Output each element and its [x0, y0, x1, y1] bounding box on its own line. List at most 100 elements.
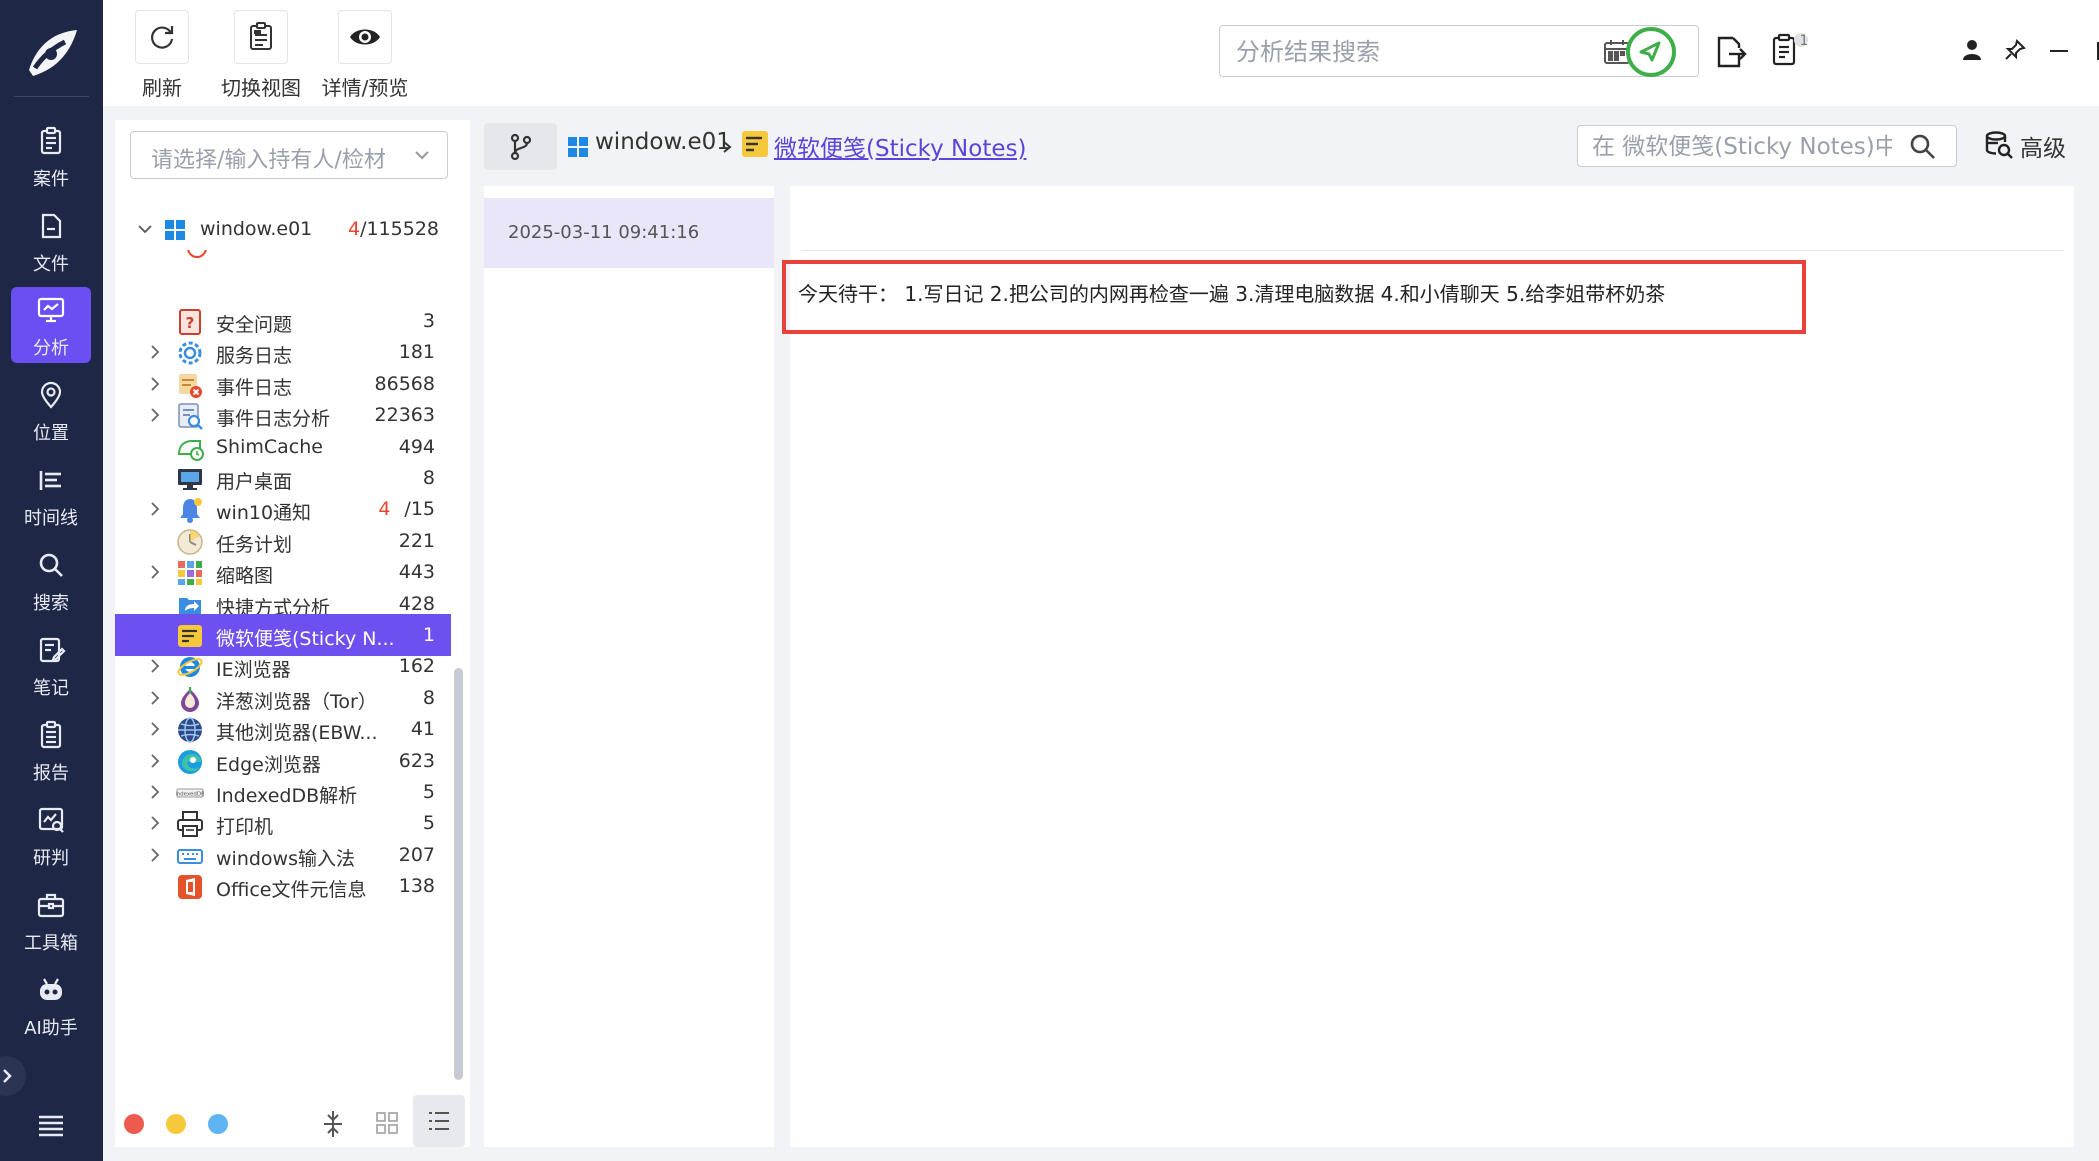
chevron-right-icon	[3, 1069, 12, 1083]
rocket-status-icon[interactable]	[1625, 26, 1677, 78]
record-detail-panel: 今天待干： 1.写日记 2.把公司的内网再检查一遍 3.清理电脑数据 4.和小倩…	[782, 186, 2074, 1147]
sticky-note-icon	[742, 131, 768, 157]
tree-scrollbar[interactable]	[454, 668, 463, 1080]
advanced-label: 高级	[2020, 136, 2066, 162]
tree-item-count: 22363	[374, 404, 435, 427]
left-navigation: 案件 文件 分析 位置 时间线 搜索 笔记 报告 研判 工具箱 AI助手	[0, 0, 103, 1161]
nav-item-judge[interactable]: 研判	[11, 797, 91, 873]
tree-item-label: Office文件元信息	[216, 879, 367, 902]
analysis-search-input[interactable]	[1236, 36, 1596, 68]
tree-root-window-e01[interactable]: window.e01 4/115528	[115, 208, 451, 250]
nav-label: 工具箱	[24, 933, 78, 954]
module-search-input[interactable]	[1592, 132, 1892, 162]
tree-item-count: 8	[422, 467, 435, 489]
holder-select-dropdown[interactable]: 请选择/输入持有人/检材	[130, 131, 448, 179]
nav-item-toolbox[interactable]: 工具箱	[11, 882, 91, 958]
window-edge	[2095, 120, 2099, 1150]
tree-item[interactable]: Office文件元信息 138	[115, 865, 451, 907]
list-item[interactable]: 2025-03-11 09:41:16	[484, 198, 774, 268]
nav-item-analysis[interactable]: 分析	[11, 287, 91, 363]
branch-icon	[510, 133, 531, 160]
note-content-highlight: 今天待干： 1.写日记 2.把公司的内网再检查一遍 3.清理电脑数据 4.和小倩…	[782, 260, 1806, 334]
chevron-right-icon[interactable]	[147, 784, 163, 800]
chevron-right-icon[interactable]	[147, 658, 163, 674]
holder-select-placeholder: 请选择/输入持有人/检材	[151, 148, 386, 173]
nav-item-timeline[interactable]: 时间线	[11, 457, 91, 533]
chevron-right-icon[interactable]	[147, 376, 163, 392]
chevron-right-icon[interactable]	[147, 344, 163, 360]
chevron-right-icon[interactable]	[147, 753, 163, 769]
svg-text:?: ?	[186, 314, 195, 332]
breadcrumb: window.e01 微软便笺(Sticky Notes) 高级	[484, 120, 2084, 176]
tree-item-count: 3	[422, 310, 435, 332]
nav-label: 笔记	[33, 678, 69, 699]
breadcrumb-current[interactable]: 微软便笺(Sticky Notes)	[774, 129, 1026, 163]
collapse-icon[interactable]	[321, 1109, 345, 1139]
evidence-tree-panel: 请选择/输入持有人/检材 window.e01 4/115528 ? 安全问题 3 服…	[115, 120, 470, 1147]
tree-item-count: 8	[422, 686, 435, 709]
nav-label: AI助手	[24, 1018, 78, 1039]
nav-label: 报告	[33, 763, 69, 784]
windows-logo-icon	[568, 137, 588, 157]
office-icon	[178, 875, 202, 900]
nav-item-ai-assistant[interactable]: AI助手	[11, 967, 91, 1043]
list-view-icon	[429, 1112, 449, 1130]
tree-footer	[115, 1095, 470, 1147]
toolbox-icon	[37, 893, 65, 918]
grid-view-icon[interactable]	[375, 1111, 399, 1135]
search-icon[interactable]	[1908, 132, 1938, 162]
tree-item-count: 5	[422, 781, 435, 803]
task-badge: 1	[1799, 33, 1809, 49]
chevron-right-icon[interactable]	[147, 690, 163, 706]
tree-item-count: 494	[398, 435, 435, 458]
blue-dot-icon[interactable]	[208, 1114, 228, 1134]
detail-divider	[802, 250, 2064, 251]
pin-icon[interactable]	[2003, 38, 2027, 62]
file-icon	[41, 213, 62, 239]
branch-button[interactable]	[484, 123, 557, 170]
nav-item-search[interactable]: 搜索	[11, 542, 91, 618]
chevron-right-icon[interactable]	[147, 501, 163, 517]
menu-icon[interactable]	[37, 1113, 65, 1137]
chevron-right-icon	[723, 141, 732, 153]
tree-root-name: window.e01	[200, 218, 313, 240]
app-logo-icon	[29, 30, 77, 76]
robot-icon	[40, 978, 62, 1000]
yellow-dot-icon[interactable]	[166, 1114, 186, 1134]
logo-divider	[14, 96, 89, 97]
nav-item-location[interactable]: 位置	[11, 372, 91, 448]
nav-expand-handle[interactable]	[0, 1056, 26, 1096]
switch-view-icon	[250, 22, 272, 50]
nav-item-file[interactable]: 文件	[11, 203, 91, 279]
red-dot-icon[interactable]	[124, 1114, 144, 1134]
breadcrumb-root[interactable]: window.e01	[595, 129, 731, 155]
list-view-button[interactable]	[413, 1095, 465, 1147]
tree-item-count: 181	[398, 341, 435, 364]
chevron-right-icon[interactable]	[147, 815, 163, 831]
refresh-button[interactable]: 刷新	[134, 10, 190, 100]
nav-label: 分析	[33, 338, 69, 359]
chevron-right-icon[interactable]	[147, 407, 163, 423]
switch-view-button[interactable]: 切换视图	[219, 10, 303, 100]
analysis-monitor-icon	[37, 297, 65, 323]
nav-label: 研判	[33, 848, 69, 869]
database-search-icon	[1985, 131, 2013, 159]
user-icon[interactable]	[1960, 38, 1984, 62]
minimize-icon[interactable]	[2048, 40, 2070, 62]
chevron-right-icon[interactable]	[147, 564, 163, 580]
maximize-icon[interactable]	[2095, 40, 2099, 62]
nav-item-report[interactable]: 报告	[11, 712, 91, 788]
nav-label: 搜索	[33, 593, 69, 614]
nav-item-notes[interactable]: 笔记	[11, 627, 91, 703]
detail-preview-button[interactable]: 详情/预览	[315, 10, 415, 100]
chevron-right-icon[interactable]	[147, 721, 163, 737]
export-file-icon[interactable]	[1713, 34, 1747, 70]
nav-item-case[interactable]: 案件	[11, 118, 91, 194]
chevron-right-icon[interactable]	[147, 847, 163, 863]
tree-item-count: 221	[398, 529, 435, 552]
refresh-label: 刷新	[142, 76, 182, 100]
tree-item-count: 41	[410, 718, 435, 741]
tree-item-label: ShimCache	[216, 435, 323, 458]
search-icon	[39, 553, 63, 577]
tree-item-count: 138	[398, 875, 435, 898]
